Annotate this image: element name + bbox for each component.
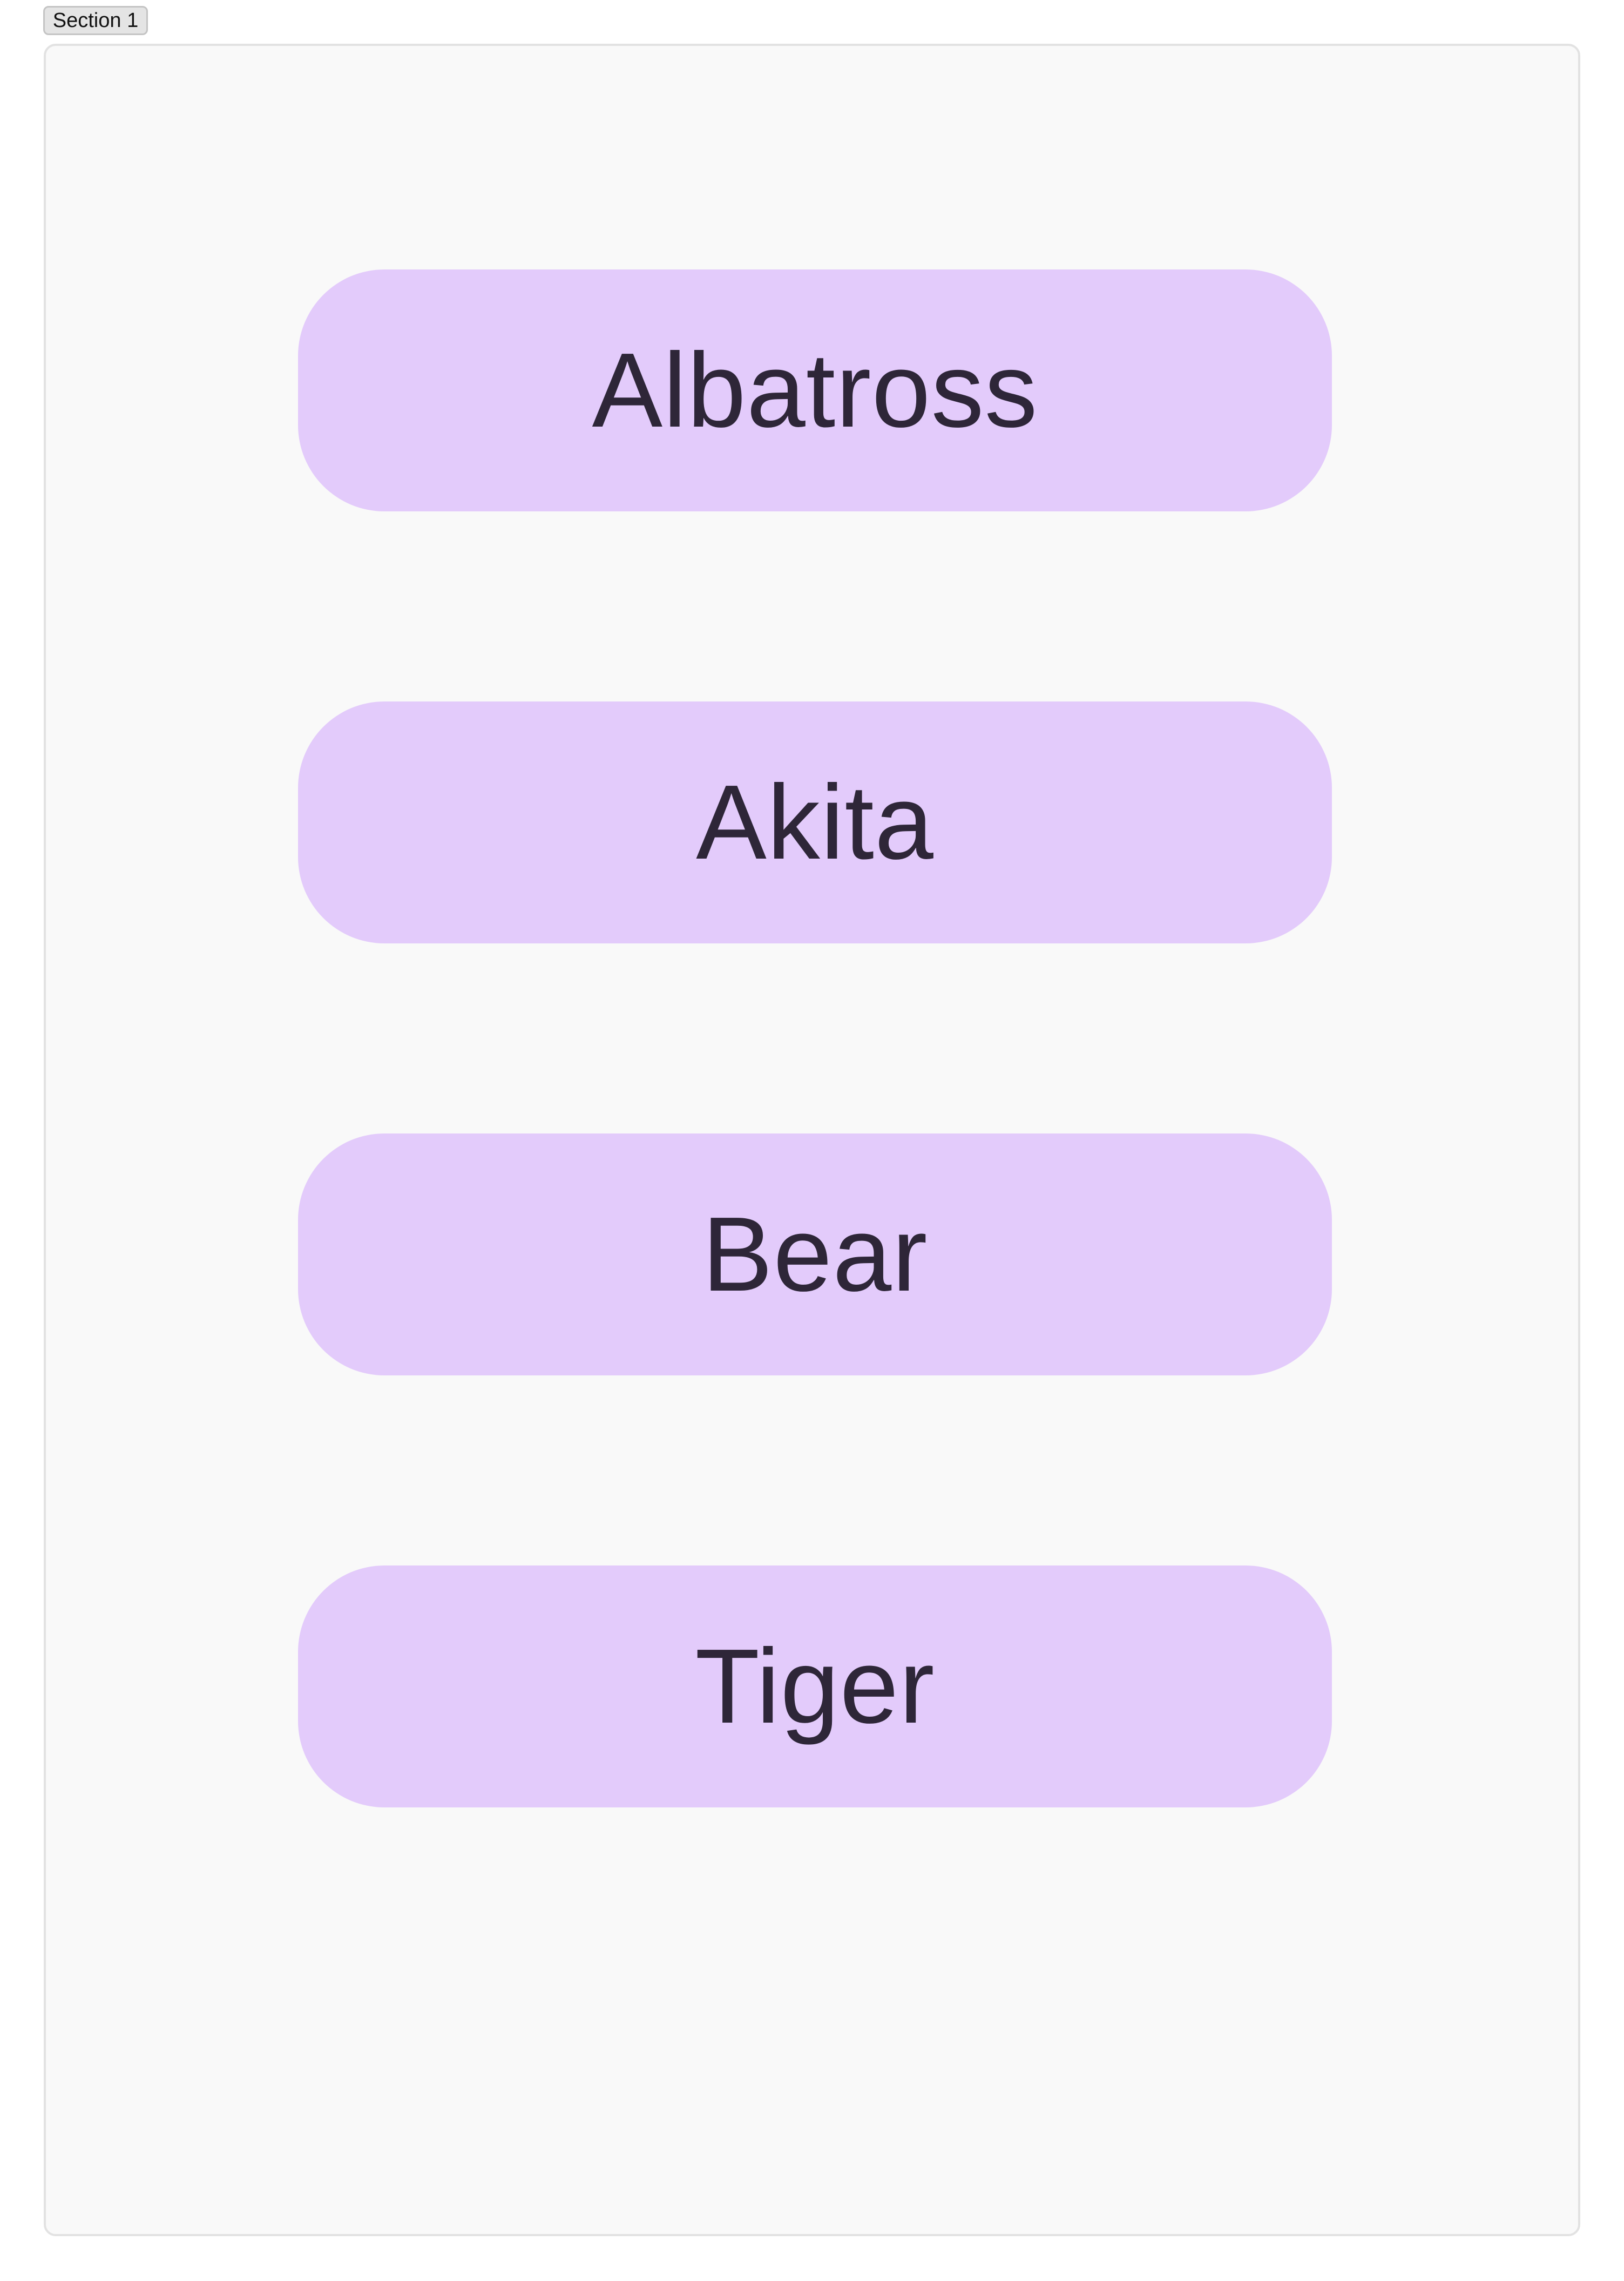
choice-label: Akita xyxy=(696,763,934,881)
choice-label: Bear xyxy=(702,1195,928,1313)
choice-button-bear[interactable]: Bear xyxy=(298,1133,1332,1375)
section-panel: Albatross Akita Bear Tiger xyxy=(44,44,1580,2236)
choice-button-akita[interactable]: Akita xyxy=(298,701,1332,943)
choice-button-tiger[interactable]: Tiger xyxy=(298,1565,1332,1807)
section-tab[interactable]: Section 1 xyxy=(43,6,148,35)
choice-label: Tiger xyxy=(695,1627,935,1745)
choice-button-albatross[interactable]: Albatross xyxy=(298,269,1332,511)
choice-label: Albatross xyxy=(592,331,1038,449)
